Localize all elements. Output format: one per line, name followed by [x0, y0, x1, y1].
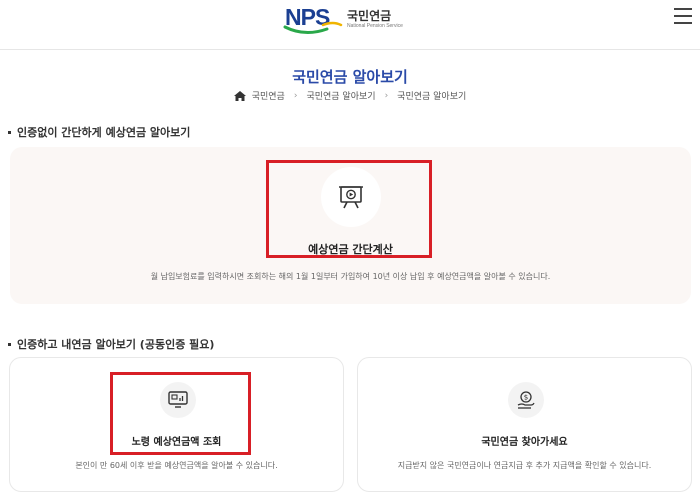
section-title-auth: 인증하고 내연금 알아보기 (공동인증 필요)	[8, 336, 214, 352]
breadcrumb-item-3[interactable]: 국민연금 알아보기	[397, 89, 466, 102]
page-title: 국민연금 알아보기	[292, 68, 408, 86]
card-description: 월 납입보험료를 입력하시면 조회하는 해의 1월 1일부터 가입하여 10년 …	[150, 272, 551, 281]
home-icon[interactable]	[233, 90, 246, 101]
unclaimed-pension-card[interactable]: $ 국민연금 찾아가세요 지급받지 않은 국민연금이나 연금지급 후 추가 지급…	[357, 357, 692, 492]
card-description: 지급받지 않은 국민연금이나 연금지급 후 추가 지급액을 확인할 수 있습니다…	[397, 461, 652, 470]
highlight-box	[110, 372, 251, 455]
svg-text:$: $	[524, 394, 528, 402]
chevron-right-icon: ›	[293, 90, 298, 101]
logo-text: 국민연금 National Pension Service	[347, 9, 403, 30]
section-title-text: 인증하고 내연금 알아보기 (공동인증 필요)	[17, 338, 215, 351]
coin-hand-icon: $	[517, 391, 535, 409]
card-description: 본인이 만 60세 이후 받을 예상연금액을 알아볼 수 있습니다.	[75, 461, 278, 470]
chevron-right-icon: ›	[384, 90, 389, 101]
hamburger-menu-icon[interactable]	[674, 8, 692, 24]
section-title-text: 인증없이 간단하게 예상연금 알아보기	[17, 126, 191, 139]
logo-swoosh-icon	[283, 21, 343, 34]
logo-subtitle: National Pension Service	[347, 22, 403, 29]
header: NPS 국민연금 National Pension Service	[0, 0, 700, 50]
highlight-box	[266, 160, 432, 258]
bullet-icon	[8, 342, 11, 346]
card-title: 국민연금 찾아가세요	[481, 437, 568, 448]
nps-logo[interactable]: NPS 국민연금 National Pension Service	[283, 3, 403, 35]
breadcrumb-item-2[interactable]: 국민연금 알아보기	[306, 89, 375, 102]
logo-name: 국민연금	[347, 8, 392, 23]
section-title-simple: 인증없이 간단하게 예상연금 알아보기	[8, 124, 190, 140]
nps-logo-mark: NPS	[283, 4, 345, 34]
icon-circle: $	[508, 382, 544, 418]
breadcrumb-item-1[interactable]: 국민연금	[252, 89, 285, 102]
breadcrumb: 국민연금 › 국민연금 알아보기 › 국민연금 알아보기	[0, 89, 700, 102]
bullet-icon	[8, 130, 11, 134]
